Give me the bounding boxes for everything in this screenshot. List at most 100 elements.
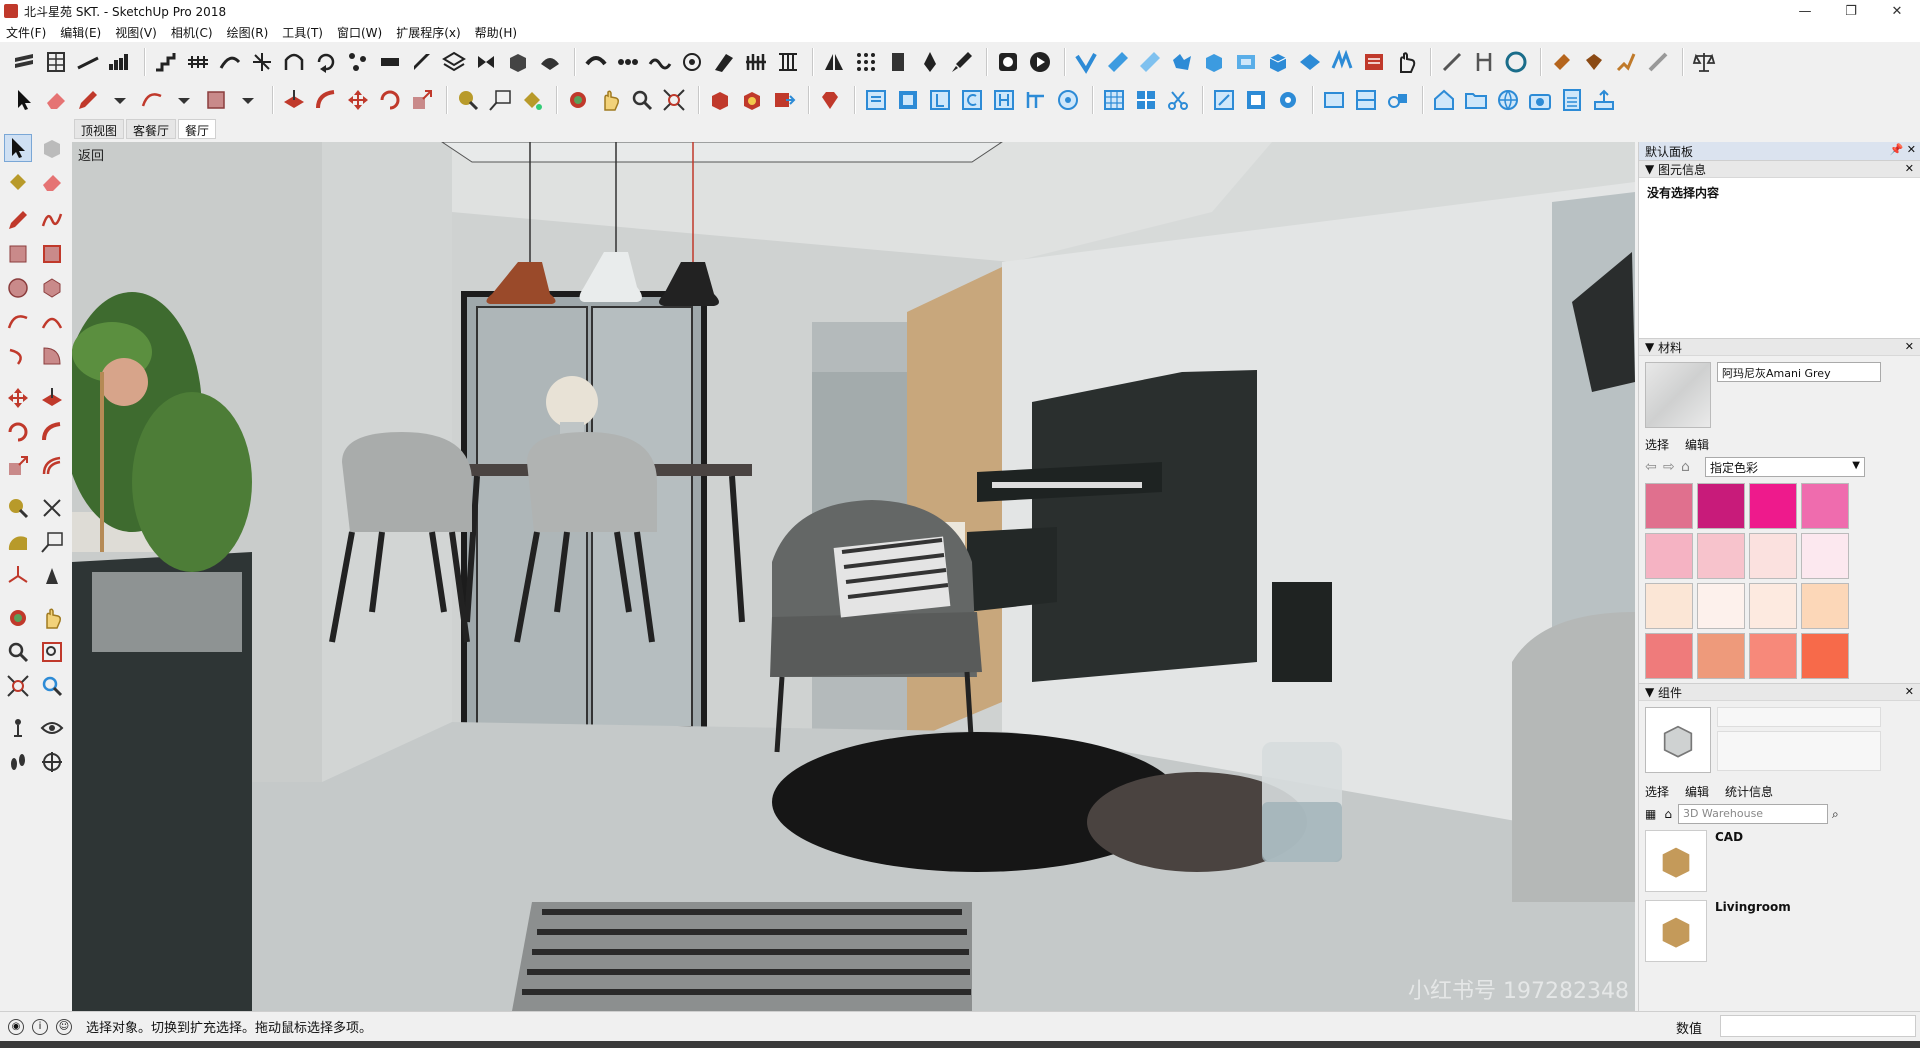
close-button[interactable]: ✕ (1874, 0, 1920, 22)
stairs-tool-button[interactable] (152, 48, 180, 76)
scale-balance-button[interactable] (1690, 48, 1718, 76)
geo-location-icon[interactable]: ◉ (8, 1018, 24, 1035)
style-1-button[interactable] (1210, 86, 1238, 114)
entity-info-header[interactable]: ▼ 图元信息 ✕ (1639, 160, 1920, 178)
close-icon[interactable]: ✕ (1905, 340, 1914, 353)
material-library-select[interactable]: 指定色彩 ▼ (1705, 457, 1865, 477)
restore-button[interactable]: ❐ (1828, 0, 1874, 22)
component-list-item[interactable]: Livingroom (1639, 896, 1920, 966)
rail-tool-button[interactable] (184, 48, 212, 76)
render-button[interactable] (1026, 48, 1054, 76)
blue-tool-4-button[interactable] (1168, 48, 1196, 76)
components-header[interactable]: ▼ 组件 ✕ (1639, 683, 1920, 701)
column-tool-button[interactable] (774, 48, 802, 76)
grid-blue-button[interactable] (1100, 86, 1128, 114)
color-swatch[interactable] (1749, 483, 1797, 529)
menu-window[interactable]: 窗口(W) (337, 24, 382, 41)
view-left-button[interactable] (1022, 86, 1050, 114)
fence-tool-button[interactable] (742, 48, 770, 76)
ruby-console-button[interactable] (816, 86, 844, 114)
paint-bucket-icon[interactable] (4, 168, 32, 196)
tab-edit[interactable]: 编辑 (1685, 783, 1709, 800)
color-swatch[interactable] (1697, 583, 1745, 629)
back-arrow-icon[interactable]: ⇦ (1645, 459, 1663, 475)
minimize-button[interactable]: — (1782, 0, 1828, 22)
scissors-button[interactable] (1164, 86, 1192, 114)
view-bottom-button[interactable] (1054, 86, 1082, 114)
chain-tool-button[interactable] (614, 48, 642, 76)
eraser-tool-button[interactable] (42, 86, 70, 114)
select-tool-button[interactable] (10, 86, 38, 114)
color-swatch[interactable] (1645, 633, 1693, 679)
view-options-icon[interactable]: ▦ (1645, 807, 1656, 821)
orbit-tool-button[interactable] (564, 86, 592, 114)
follow-me-tool-button[interactable] (312, 86, 340, 114)
user-icon[interactable]: ☺ (56, 1018, 72, 1035)
pie-icon[interactable] (38, 342, 66, 370)
search-icon[interactable]: ⌕ (1832, 807, 1839, 822)
home-icon[interactable]: ⌂ (1681, 459, 1699, 475)
export-button[interactable] (1590, 86, 1618, 114)
camera-button[interactable] (1526, 86, 1554, 114)
red-report-button[interactable] (1360, 48, 1388, 76)
color-swatch[interactable] (1749, 533, 1797, 579)
color-swatch[interactable] (1801, 583, 1849, 629)
text-label-icon[interactable] (38, 528, 66, 556)
shell-tool-button[interactable] (536, 48, 564, 76)
color-swatch[interactable] (1749, 633, 1797, 679)
pen-tool-button[interactable] (916, 48, 944, 76)
model-viewport[interactable]: 返回 小红书号 197282348 (72, 142, 1635, 1011)
color-swatch[interactable] (1645, 533, 1693, 579)
back-label[interactable]: 返回 (78, 145, 104, 164)
view-right-button[interactable] (958, 86, 986, 114)
blue-ruler-button[interactable] (1104, 48, 1132, 76)
style-4-button[interactable] (1352, 86, 1380, 114)
rotated-rectangle-icon[interactable] (38, 240, 66, 268)
grid-tool-button[interactable] (42, 48, 70, 76)
offset-icon[interactable] (38, 452, 66, 480)
arc-tool-button[interactable] (138, 86, 166, 114)
hand-tool-button[interactable] (1392, 48, 1420, 76)
globe-button[interactable] (1494, 86, 1522, 114)
previous-view-icon[interactable] (38, 672, 66, 700)
tab-statistics[interactable]: 统计信息 (1725, 783, 1773, 800)
scale-tool-button[interactable] (408, 86, 436, 114)
orbit-icon[interactable] (4, 604, 32, 632)
paint-pick-button[interactable] (1612, 48, 1640, 76)
color-swatch[interactable] (1697, 483, 1745, 529)
warehouse-search-input[interactable]: 3D Warehouse (1677, 804, 1828, 824)
paint-bucket-tool-button[interactable] (518, 86, 546, 114)
line-tool-button[interactable] (74, 48, 102, 76)
close-icon[interactable]: ✕ (1905, 685, 1914, 698)
door-tool-button[interactable] (884, 48, 912, 76)
axis-tool-button[interactable] (248, 48, 276, 76)
polygon-icon[interactable] (38, 274, 66, 302)
dimension-icon[interactable] (38, 494, 66, 522)
eraser-icon[interactable] (38, 168, 66, 196)
color-swatch[interactable] (1697, 633, 1745, 679)
paint-tool-button[interactable] (1548, 48, 1576, 76)
zoom-icon[interactable] (4, 638, 32, 666)
style-3-button[interactable] (1320, 86, 1348, 114)
rotate-red-tool-button[interactable] (376, 86, 404, 114)
component-icon[interactable] (38, 134, 66, 162)
position-camera-icon[interactable] (4, 714, 32, 742)
menu-help[interactable]: 帮助(H) (475, 24, 517, 41)
blue-shell-3-button[interactable] (1296, 48, 1324, 76)
menu-camera[interactable]: 相机(C) (171, 24, 213, 41)
color-swatch[interactable] (1645, 483, 1693, 529)
color-swatch[interactable] (1801, 633, 1849, 679)
credits-icon[interactable]: i (32, 1018, 48, 1035)
arc-icon[interactable] (4, 308, 32, 336)
materials-header[interactable]: ▼ 材料 ✕ (1639, 338, 1920, 356)
blue-shell-1-button[interactable] (1232, 48, 1260, 76)
paint-bucket-2-button[interactable] (1580, 48, 1608, 76)
protractor-icon[interactable] (4, 528, 32, 556)
settings-gear-button[interactable] (1274, 86, 1302, 114)
brush-gray-button[interactable] (1644, 48, 1672, 76)
close-icon[interactable]: ✕ (1905, 162, 1914, 175)
chevron-down-icon[interactable] (106, 86, 134, 114)
tab-edit[interactable]: 编辑 (1685, 436, 1709, 453)
tab-select[interactable]: 选择 (1645, 436, 1669, 453)
line-icon[interactable] (4, 206, 32, 234)
